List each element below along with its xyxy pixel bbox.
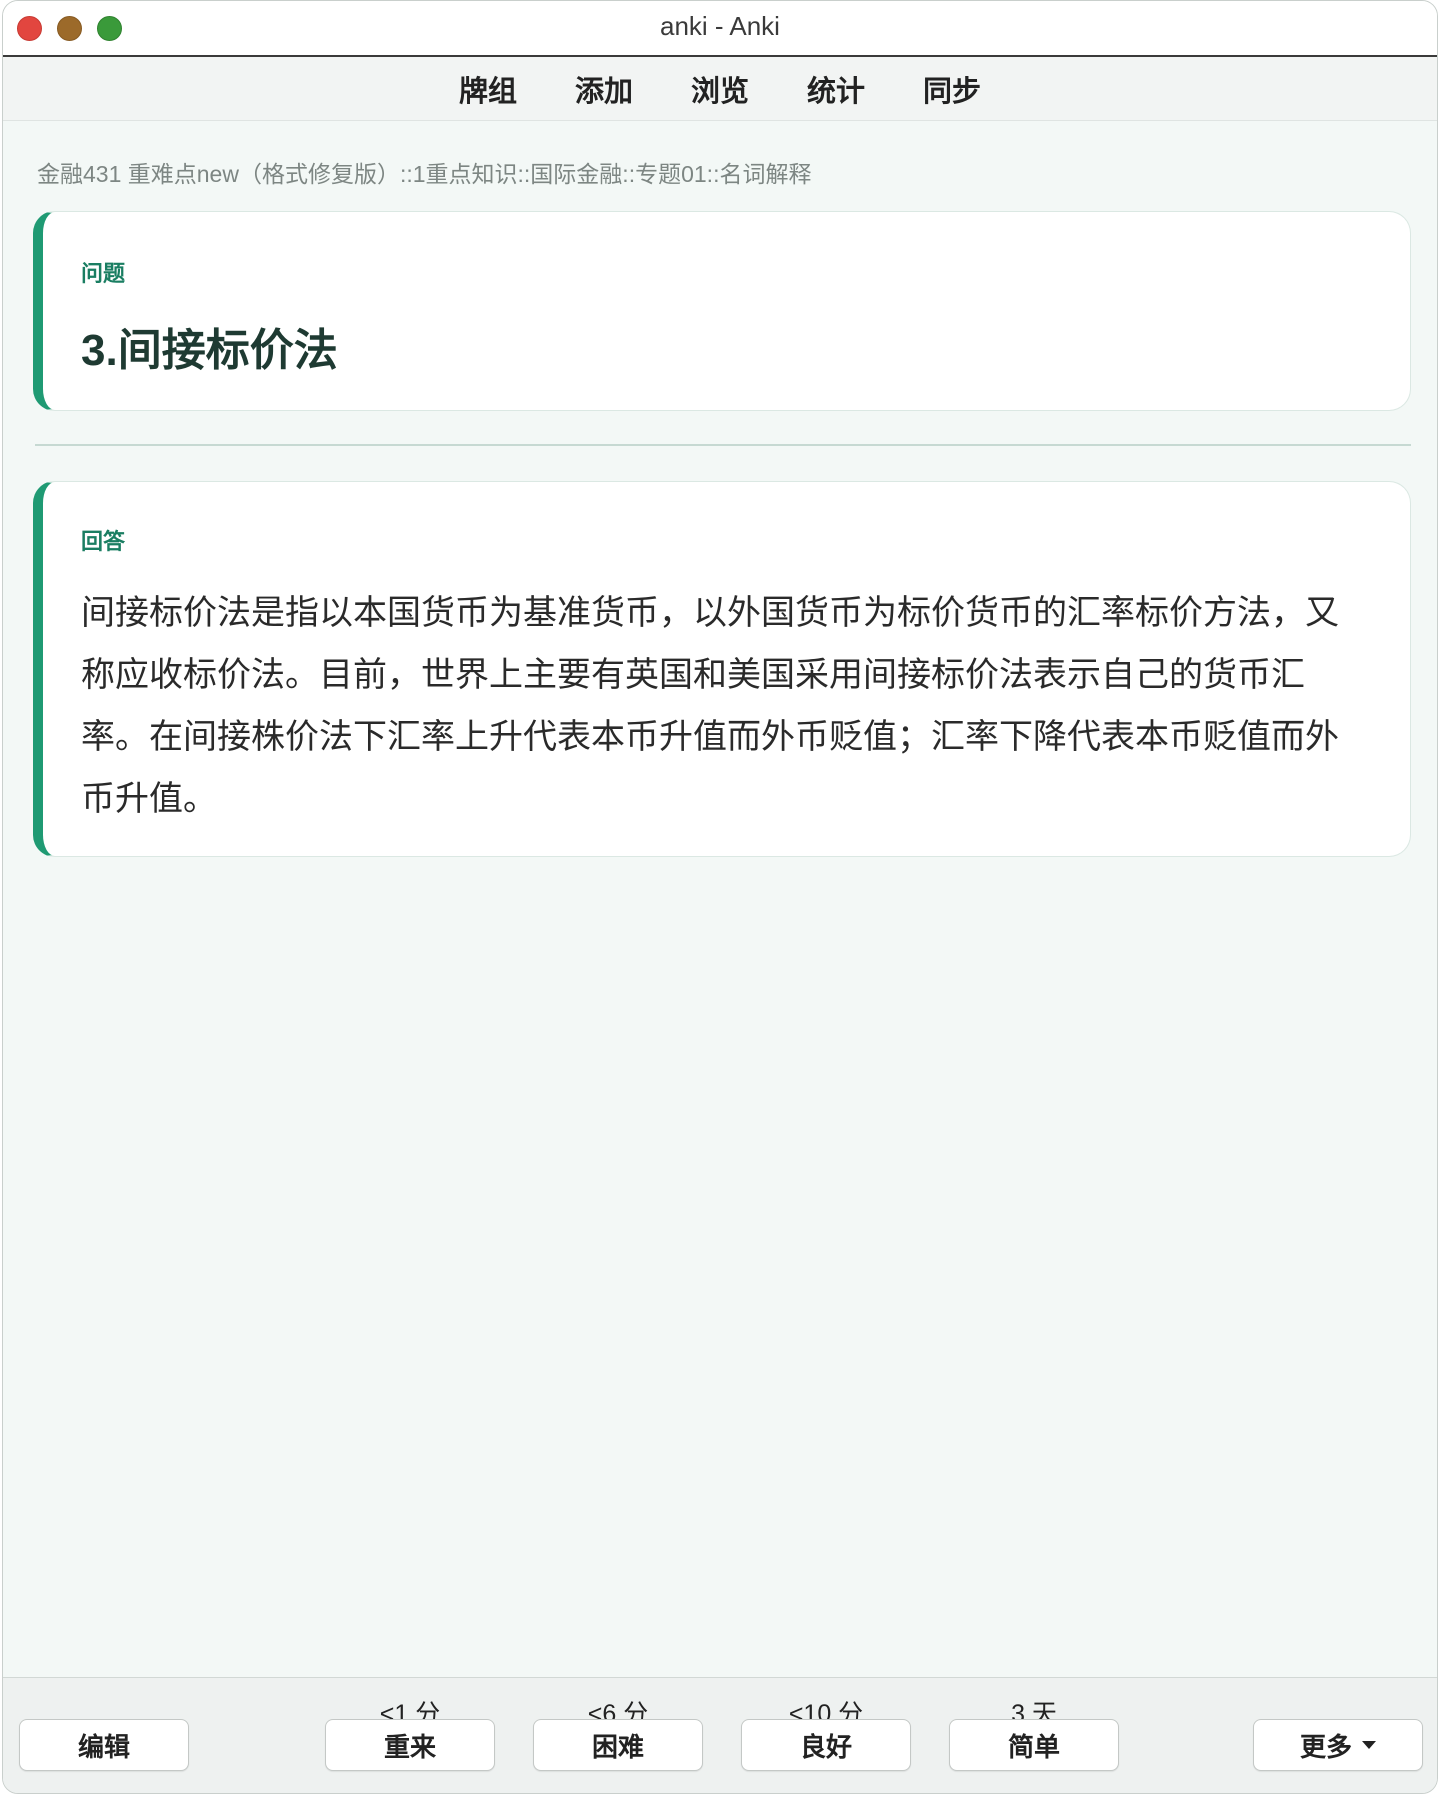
- menu-item-decks[interactable]: 牌组: [430, 68, 546, 110]
- menu-item-browse[interactable]: 浏览: [662, 68, 778, 110]
- hard-button[interactable]: 困难: [533, 1719, 703, 1771]
- answer-text: 间接标价法是指以本国货币为基准货币，以外国货币为标价货币的汇率标价方法，又称应收…: [81, 593, 1339, 819]
- title-bar: anki - Anki: [3, 1, 1437, 57]
- good-button[interactable]: 良好: [741, 1719, 911, 1771]
- answer-card: 回答 间接标价法是指以本国货币为基准货币，以外国货币为标价货币的汇率标价方法，又…: [33, 481, 1411, 857]
- menu-item-sync[interactable]: 同步: [894, 68, 1010, 110]
- answer-label: 回答: [81, 530, 126, 555]
- anki-window: anki - Anki 牌组 添加 浏览 统计 同步 金融431 重难点new（…: [2, 0, 1438, 1794]
- again-button[interactable]: 重来: [325, 1719, 495, 1771]
- menu-item-stats[interactable]: 统计: [778, 68, 894, 110]
- window-title: anki - Anki: [660, 11, 780, 41]
- chevron-down-icon: [1362, 1741, 1376, 1749]
- menu-item-add[interactable]: 添加: [546, 68, 662, 110]
- question-text: 3.间接标价法: [81, 326, 338, 375]
- top-menu: 牌组 添加 浏览 统计 同步: [3, 57, 1437, 121]
- more-button-label: 更多: [1299, 1732, 1352, 1763]
- question-label: 问题: [81, 262, 126, 287]
- more-button[interactable]: 更多: [1253, 1719, 1423, 1771]
- question-card: 问题 3.间接标价法: [33, 211, 1411, 411]
- easy-button[interactable]: 简单: [949, 1719, 1119, 1771]
- review-bottom-bar: 编辑 <1 分 重来 <6 分 困难 <10 分 良好 3 天 简单 更多: [3, 1677, 1437, 1793]
- answer-divider: [35, 444, 1411, 446]
- deck-breadcrumb: 金融431 重难点new（格式修复版）::1重点知识::国际金融::专题01::…: [37, 161, 812, 187]
- edit-button[interactable]: 编辑: [19, 1719, 189, 1771]
